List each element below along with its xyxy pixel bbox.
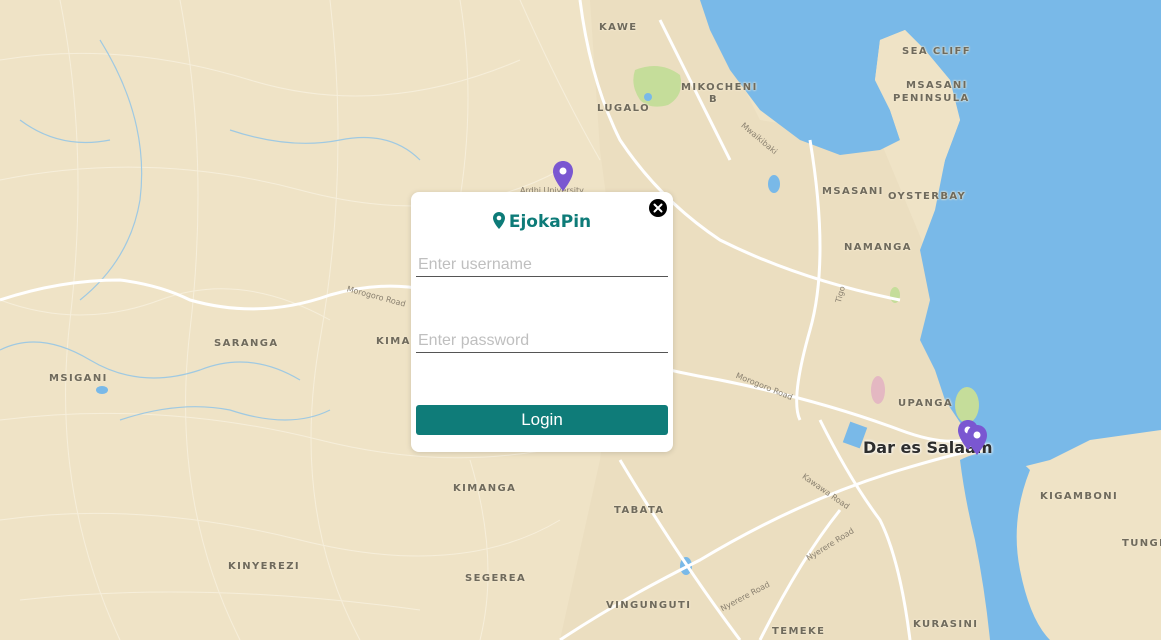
place-label: B — [709, 94, 719, 105]
place-label: SARANGA — [214, 338, 279, 349]
place-label: OYSTERBAY — [888, 191, 967, 202]
place-label: MSIGANI — [49, 373, 108, 384]
place-label: TABATA — [614, 505, 665, 516]
place-label: UPANGA — [898, 398, 953, 409]
place-label: KIMANGA — [453, 483, 517, 494]
place-label: MIKOCHENI — [681, 82, 758, 93]
place-label: KAWE — [599, 22, 638, 33]
brand-title: EjokaPin — [411, 212, 673, 232]
place-label: PENINSULA — [893, 93, 970, 104]
place-label: KINYEREZI — [228, 561, 301, 572]
place-label: MSASANI — [906, 80, 968, 91]
map-pin-icon[interactable] — [552, 161, 574, 191]
username-input[interactable] — [416, 254, 668, 277]
place-label: KURASINI — [913, 619, 979, 630]
place-label: TUNGI — [1122, 538, 1161, 549]
password-input[interactable] — [416, 330, 668, 353]
place-label: SEA CLIFF — [902, 46, 971, 57]
place-label: TEMEKE — [772, 626, 826, 637]
brand-name: EjokaPin — [508, 212, 592, 232]
place-label: VINGUNGUTI — [606, 600, 692, 611]
location-pin-icon — [492, 212, 505, 229]
place-label: LUGALO — [597, 103, 650, 114]
map-pin-icon[interactable] — [966, 425, 988, 455]
place-label: NAMANGA — [844, 242, 912, 253]
place-label: SEGEREA — [465, 573, 527, 584]
place-label: MSASANI — [822, 186, 884, 197]
login-modal: EjokaPin Login — [411, 192, 673, 452]
login-button[interactable]: Login — [416, 405, 668, 435]
place-label: KIGAMBONI — [1040, 491, 1119, 502]
